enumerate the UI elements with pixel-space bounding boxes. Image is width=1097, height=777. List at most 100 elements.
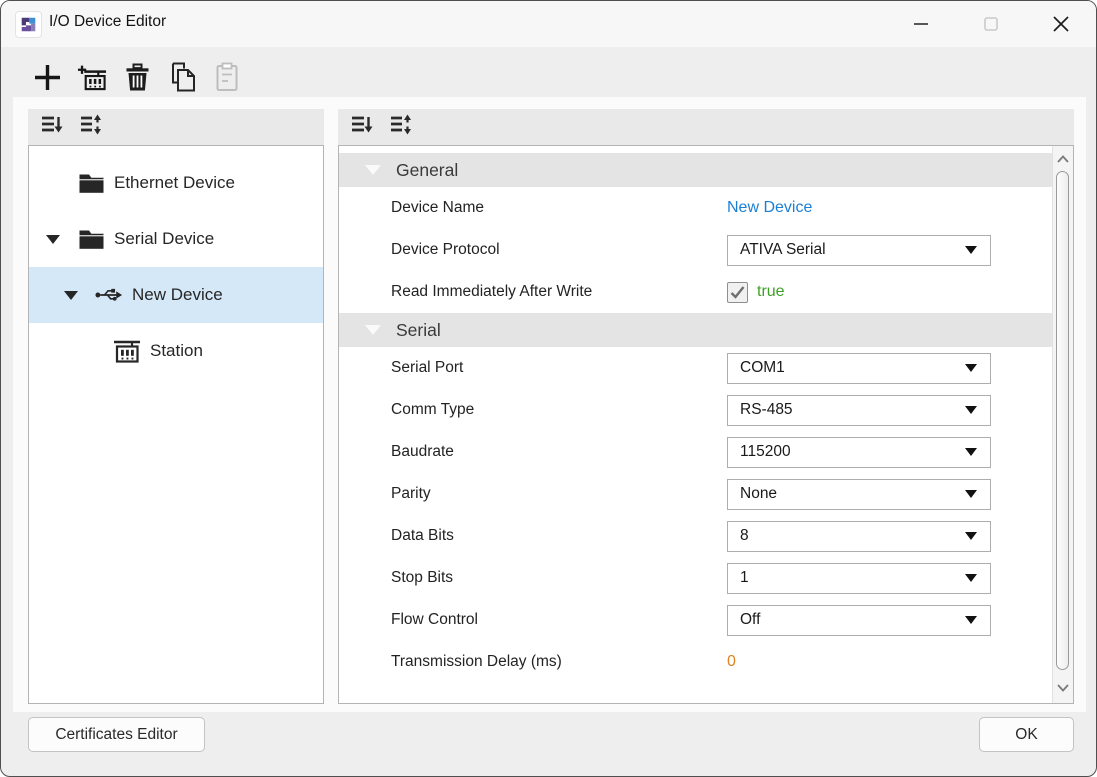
- sort-list-button[interactable]: [350, 113, 373, 141]
- chevron-down-icon: [965, 490, 977, 498]
- chevron-down-icon: [965, 406, 977, 414]
- dropdown-value: 8: [740, 527, 749, 545]
- property-label: Stop Bits: [391, 569, 727, 587]
- scroll-up-button[interactable]: [1053, 149, 1073, 169]
- tree-item-label: Ethernet Device: [114, 173, 235, 193]
- paste-device-button: [212, 59, 242, 95]
- expand-collapse-button[interactable]: [389, 113, 412, 141]
- folder-icon: [77, 170, 105, 196]
- baudrate-dropdown[interactable]: 115200: [727, 437, 991, 468]
- section-general-header[interactable]: General: [339, 153, 1052, 187]
- delete-device-button[interactable]: [122, 59, 152, 95]
- sort-list-icon: [350, 113, 373, 136]
- tree-item-label: Serial Device: [114, 229, 214, 249]
- chevron-down-icon: [965, 616, 977, 624]
- property-row-device-protocol: Device Protocol ATIVA Serial: [339, 229, 1052, 271]
- properties-body: General Device Name New Device Device Pr…: [338, 145, 1074, 704]
- property-row-data-bits: Data Bits 8: [339, 515, 1052, 557]
- property-label: Parity: [391, 485, 727, 503]
- ok-button[interactable]: OK: [979, 717, 1074, 752]
- add-station-button[interactable]: [77, 59, 107, 95]
- chevron-up-icon: [1056, 154, 1070, 164]
- property-label: Data Bits: [391, 527, 727, 545]
- transmission-delay-value[interactable]: 0: [727, 653, 736, 671]
- property-label: Comm Type: [391, 401, 727, 419]
- minimize-icon: [910, 13, 932, 35]
- parity-dropdown[interactable]: None: [727, 479, 991, 510]
- collapse-section-icon: [365, 165, 381, 175]
- checkbox-value-label: true: [757, 283, 785, 301]
- section-serial-header[interactable]: Serial: [339, 313, 1052, 347]
- copy-device-button[interactable]: [167, 59, 197, 95]
- properties-content: General Device Name New Device Device Pr…: [339, 146, 1052, 703]
- dropdown-value: ATIVA Serial: [740, 241, 826, 259]
- scroll-down-button[interactable]: [1053, 678, 1073, 698]
- device-tree: Ethernet Device Serial Device: [28, 145, 324, 704]
- expand-collapse-icon: [79, 113, 102, 136]
- tree-sort-toolbar: [28, 109, 324, 145]
- toolbar: [32, 59, 242, 95]
- copy-icon: [169, 62, 196, 92]
- paste-icon: [214, 62, 240, 92]
- property-row-flow-control: Flow Control Off: [339, 599, 1052, 641]
- flow-control-dropdown[interactable]: Off: [727, 605, 991, 636]
- certificates-editor-button[interactable]: Certificates Editor: [28, 717, 205, 752]
- vertical-scrollbar[interactable]: [1052, 146, 1073, 703]
- maximize-button: [967, 1, 1015, 47]
- tree-item-label: New Device: [132, 285, 223, 305]
- property-row-serial-port: Serial Port COM1: [339, 347, 1052, 389]
- read-immediately-checkbox[interactable]: [727, 282, 748, 303]
- tree-item-ethernet-device[interactable]: Ethernet Device: [29, 155, 323, 211]
- tree-item-label: Station: [150, 341, 203, 361]
- add-station-icon: [77, 63, 107, 91]
- close-button[interactable]: [1037, 1, 1085, 47]
- property-row-comm-type: Comm Type RS-485: [339, 389, 1052, 431]
- usb-icon: [95, 282, 123, 308]
- property-row-stop-bits: Stop Bits 1: [339, 557, 1052, 599]
- comm-type-dropdown[interactable]: RS-485: [727, 395, 991, 426]
- ok-label: OK: [1015, 726, 1037, 744]
- expander-icon[interactable]: [46, 235, 60, 244]
- serial-port-dropdown[interactable]: COM1: [727, 353, 991, 384]
- station-icon: [113, 338, 141, 364]
- property-label: Flow Control: [391, 611, 727, 629]
- titlebar: I/O Device Editor: [1, 1, 1096, 47]
- expander-icon[interactable]: [64, 291, 78, 300]
- add-icon: [33, 63, 62, 92]
- property-row-parity: Parity None: [339, 473, 1052, 515]
- folder-icon: [77, 226, 105, 252]
- expand-collapse-button[interactable]: [79, 113, 102, 141]
- tree-item-serial-device[interactable]: Serial Device: [29, 211, 323, 267]
- property-label: Device Protocol: [391, 241, 727, 259]
- io-device-editor-window: I/O Device Editor: [0, 0, 1097, 777]
- property-row-baudrate: Baudrate 115200: [339, 431, 1052, 473]
- app-logo-icon: [15, 11, 42, 38]
- stop-bits-dropdown[interactable]: 1: [727, 563, 991, 594]
- expand-collapse-icon: [389, 113, 412, 136]
- delete-icon: [124, 63, 151, 92]
- certificates-editor-label: Certificates Editor: [55, 726, 177, 744]
- tree-item-new-device[interactable]: New Device: [29, 267, 323, 323]
- tree-item-station[interactable]: Station: [29, 323, 323, 379]
- sort-list-button[interactable]: [40, 113, 63, 141]
- window-title: I/O Device Editor: [49, 13, 166, 31]
- data-bits-dropdown[interactable]: 8: [727, 521, 991, 552]
- chevron-down-icon: [965, 364, 977, 372]
- close-icon: [1050, 13, 1072, 35]
- device-tree-panel: Ethernet Device Serial Device: [28, 109, 324, 704]
- checkmark-icon: [730, 286, 745, 299]
- chevron-down-icon: [965, 448, 977, 456]
- property-label: Transmission Delay (ms): [391, 653, 727, 671]
- minimize-button[interactable]: [897, 1, 945, 47]
- device-protocol-dropdown[interactable]: ATIVA Serial: [727, 235, 991, 266]
- chevron-down-icon: [965, 532, 977, 540]
- maximize-icon: [980, 13, 1002, 35]
- dropdown-value: Off: [740, 611, 760, 629]
- section-label: Serial: [396, 320, 441, 341]
- dropdown-value: RS-485: [740, 401, 793, 419]
- properties-sort-toolbar: [338, 109, 1074, 145]
- device-name-value[interactable]: New Device: [727, 199, 812, 217]
- chevron-down-icon: [965, 246, 977, 254]
- scrollbar-thumb[interactable]: [1056, 171, 1069, 670]
- add-device-button[interactable]: [32, 59, 62, 95]
